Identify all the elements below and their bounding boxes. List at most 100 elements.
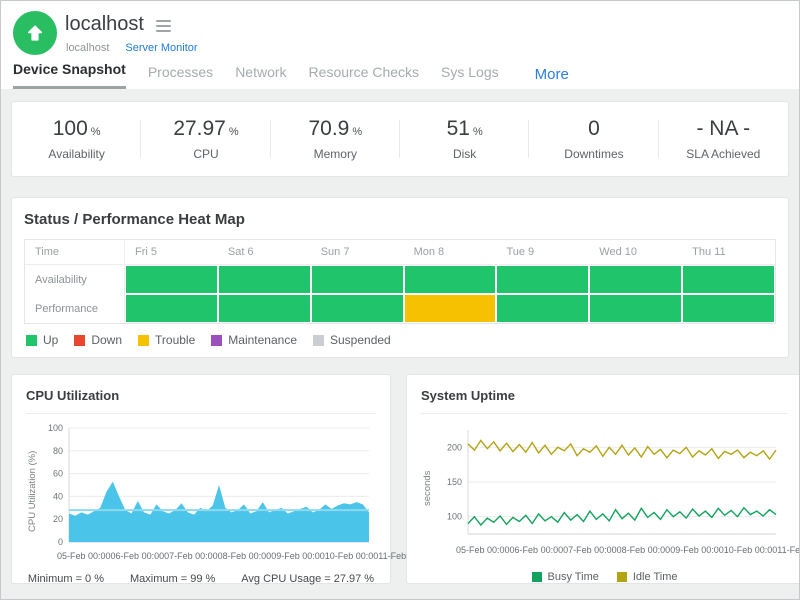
heatmap-legend-label: Suspended xyxy=(330,333,391,347)
heatmap-cell[interactable] xyxy=(682,294,775,323)
x-axis-label: 10-Feb 00:00 xyxy=(724,545,778,555)
stat-disk: 51%Disk xyxy=(400,102,529,176)
heatmap-column-header: Tue 9 xyxy=(496,240,589,265)
heatmap-cell[interactable] xyxy=(125,265,218,294)
heatmap-cell[interactable] xyxy=(589,294,682,323)
trouble-swatch xyxy=(138,335,149,346)
stat-cpu: 27.97%CPU xyxy=(141,102,270,176)
suspended-swatch xyxy=(313,335,324,346)
heatmap-cell[interactable] xyxy=(218,294,311,323)
heatmap-legend-maintenance: Maintenance xyxy=(211,333,297,347)
heatmap-column-header: Sun 7 xyxy=(311,240,404,265)
heatmap-row-performance: Performance xyxy=(25,294,775,323)
heatmap-cell[interactable] xyxy=(404,265,497,294)
system-uptime-card: System Uptime seconds 100 150 200 05-Feb 00… xyxy=(406,374,800,584)
legend-label: Busy Time xyxy=(548,571,599,583)
svg-text:150: 150 xyxy=(447,477,462,487)
cpu-chart-x-axis-labels: 05-Feb 00:0006-Feb 00:0007-Feb 00:0008-F… xyxy=(57,551,381,561)
stat-value: - NA - xyxy=(696,117,750,141)
uptime-chart-canvas: 100 150 200 xyxy=(434,422,784,540)
heatmap-cell[interactable] xyxy=(311,294,404,323)
tab-sys-logs[interactable]: Sys Logs xyxy=(441,64,499,89)
menu-hamburger-icon[interactable] xyxy=(156,18,171,32)
heatmap-legend-label: Up xyxy=(43,333,58,347)
heatmap-cell[interactable] xyxy=(125,294,218,323)
idle-time-swatch xyxy=(617,572,627,582)
header: localhost localhost Server Monitor Devic… xyxy=(1,1,799,89)
heatmap-cell[interactable] xyxy=(682,265,775,294)
heatmap-legend-trouble: Trouble xyxy=(138,333,195,347)
heatmap-header-row: TimeFri 5Sat 6Sun 7Mon 8Tue 9Wed 10Thu 1… xyxy=(25,240,775,265)
heatmap-column-header: Thu 11 xyxy=(682,240,775,265)
app-window: localhost localhost Server Monitor Devic… xyxy=(0,0,800,600)
x-axis-label: 08-Feb 00:00 xyxy=(218,551,272,561)
x-axis-label: 11-Feb 0 xyxy=(777,545,800,555)
legend-label: Idle Time xyxy=(633,571,678,583)
svg-text:80: 80 xyxy=(53,446,63,456)
heatmap-table: TimeFri 5Sat 6Sun 7Mon 8Tue 9Wed 10Thu 1… xyxy=(24,239,776,324)
tab-network[interactable]: Network xyxy=(235,64,286,89)
heatmap-row-label: Performance xyxy=(25,294,125,323)
heatmap-column-header: Mon 8 xyxy=(404,240,497,265)
svg-text:100: 100 xyxy=(48,423,63,433)
stat-label: Availability xyxy=(48,147,104,161)
x-axis-label: 07-Feb 00:00 xyxy=(563,545,617,555)
heatmap-legend-label: Trouble xyxy=(155,333,195,347)
monitor-status-avatar xyxy=(13,11,57,55)
svg-text:100: 100 xyxy=(447,512,462,522)
svg-text:20: 20 xyxy=(53,514,63,524)
legend-idle-time[interactable]: Idle Time xyxy=(617,571,678,583)
heatmap-column-header: Fri 5 xyxy=(125,240,218,265)
tab-bar: Device Snapshot Processes Network Resource … xyxy=(13,61,569,89)
heatmap-legend-label: Down xyxy=(91,333,122,347)
x-axis-label: 10-Feb 00:00 xyxy=(325,551,379,561)
legend-busy-time[interactable]: Busy Time xyxy=(532,571,599,583)
heatmap-legend-up: Up xyxy=(26,333,58,347)
tab-resource-checks[interactable]: Resource Checks xyxy=(309,64,420,89)
heatmap-legend-label: Maintenance xyxy=(228,333,297,347)
heatmap-cell[interactable] xyxy=(218,265,311,294)
stat-value: 100% xyxy=(53,117,101,141)
heatmap-column-header: Wed 10 xyxy=(589,240,682,265)
x-axis-label: 06-Feb 00:00 xyxy=(111,551,165,561)
maintenance-swatch xyxy=(211,335,222,346)
stat-availability: 100% Availability xyxy=(12,102,141,176)
heatmap-cell[interactable] xyxy=(311,265,404,294)
tab-device-snapshot[interactable]: Device Snapshot xyxy=(13,61,126,89)
x-axis-label: 09-Feb 00:00 xyxy=(271,551,325,561)
up-arrow-icon xyxy=(24,22,46,44)
breadcrumb-monitor-name: localhost xyxy=(66,42,109,54)
stat-value: 0 xyxy=(588,117,600,141)
breadcrumb-monitor-type-link[interactable]: Server Monitor xyxy=(125,42,197,54)
uptime-chart-x-axis-labels: 05-Feb 00:0006-Feb 00:0007-Feb 00:0008-F… xyxy=(456,545,788,555)
stat-unit: % xyxy=(352,126,362,138)
heatmap-legend: Up Down Trouble Maintenance Suspended xyxy=(24,333,776,347)
down-swatch xyxy=(74,335,85,346)
cpu-footer-stat: Avg CPU Usage = 27.97 % xyxy=(241,573,374,585)
heatmap-cell[interactable] xyxy=(496,294,589,323)
stat-unit: % xyxy=(229,126,239,138)
busy-time-swatch xyxy=(532,572,542,582)
uptime-y-axis-title: seconds xyxy=(421,422,434,555)
x-axis-label: 08-Feb 00:00 xyxy=(617,545,671,555)
cpu-area-series xyxy=(69,482,369,542)
heatmap-cell[interactable] xyxy=(404,294,497,323)
main-content: 100%Availability27.97%CPU70.9%Memory51%D… xyxy=(1,89,799,600)
heatmap-column-header: Sat 6 xyxy=(218,240,311,265)
cpu-chart-title: CPU Utilization xyxy=(26,388,376,414)
tab-more[interactable]: More xyxy=(535,66,569,89)
uptime-chart-plot[interactable]: 100 150 200 05-Feb 00:0006-Feb 00:0007-Feb … xyxy=(434,422,788,555)
stat-label: Downtimes xyxy=(564,147,623,161)
svg-text:40: 40 xyxy=(53,491,63,501)
heatmap-cell[interactable] xyxy=(496,265,589,294)
heatmap-row-label: Availability xyxy=(25,265,125,294)
up-swatch xyxy=(26,335,37,346)
tab-processes[interactable]: Processes xyxy=(148,64,213,89)
heatmap-legend-down: Down xyxy=(74,333,122,347)
heatmap-cell[interactable] xyxy=(589,265,682,294)
uptime-chart-title: System Uptime xyxy=(421,388,788,414)
cpu-chart-plot[interactable]: 02040608010005-Feb 00:0006-Feb 00:0007-F… xyxy=(39,422,381,561)
svg-text:200: 200 xyxy=(447,442,462,452)
x-axis-label: 05-Feb 00:00 xyxy=(456,545,510,555)
breadcrumb: localhost Server Monitor xyxy=(66,42,198,54)
